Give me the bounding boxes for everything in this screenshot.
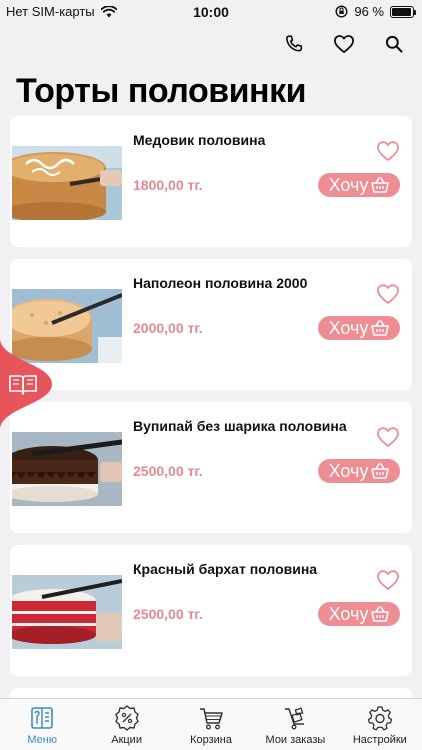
want-button[interactable]: Хочу (318, 173, 400, 197)
product-price: 2000,00 тг. (133, 320, 203, 336)
menu-book-icon (31, 707, 54, 729)
heart-outline-icon (377, 427, 399, 447)
tab-menu-label: Меню (27, 734, 58, 746)
favorite-button[interactable] (376, 569, 400, 591)
product-image (12, 432, 122, 506)
tab-settings-label: Настройки (352, 734, 407, 746)
product-card[interactable]: Вупипай без шарика половина 2500,00 тг. … (10, 402, 412, 533)
tab-cart[interactable]: Корзина (169, 699, 253, 750)
want-button-label: Хочу (328, 603, 369, 624)
product-image (12, 575, 122, 649)
rotation-lock-icon (335, 5, 348, 18)
battery-icon (390, 5, 416, 18)
product-name[interactable]: Вупипай без шарика половина (133, 418, 347, 434)
tab-promotions[interactable]: Акции (84, 699, 168, 750)
heart-outline-icon (377, 570, 399, 590)
want-button[interactable]: Хочу (318, 459, 400, 483)
tab-promotions-label: Акции (111, 734, 142, 746)
favorite-button[interactable] (376, 283, 400, 305)
basket-icon (371, 606, 390, 622)
product-price: 2500,00 тг. (133, 463, 203, 479)
search-button[interactable] (380, 30, 408, 58)
basket-icon (371, 320, 390, 336)
tab-settings[interactable]: Настройки (338, 699, 422, 750)
want-button-label: Хочу (328, 317, 369, 338)
tab-orders[interactable]: Мои заказы (253, 699, 337, 750)
heart-icon (333, 35, 354, 54)
battery-fill (392, 7, 412, 16)
heart-outline-icon (377, 284, 399, 304)
product-card[interactable]: Наполеон половина 2000 2000,00 тг. Хочу (10, 259, 412, 390)
header-actions (280, 30, 408, 58)
status-right: 96 % (335, 4, 416, 19)
page-title: Торты половинки (16, 72, 306, 110)
tab-orders-label: Мои заказы (265, 734, 326, 746)
tab-bar: Меню Акции Корзина Мои заказы Настройки (0, 698, 422, 750)
product-list: Медовик половина 1800,00 тг. Хочу Наполе… (10, 116, 412, 708)
want-button-label: Хочу (328, 174, 369, 195)
want-button-label: Хочу (328, 460, 369, 481)
want-button[interactable]: Хочу (318, 602, 400, 626)
tab-cart-label: Корзина (190, 734, 232, 746)
product-price: 2500,00 тг. (133, 606, 203, 622)
cart-icon (200, 708, 223, 730)
product-name[interactable]: Наполеон половина 2000 (133, 275, 307, 291)
gear-icon (367, 706, 392, 731)
favorite-button[interactable] (376, 140, 400, 162)
product-card[interactable]: Медовик половина 1800,00 тг. Хочу (10, 116, 412, 247)
favorites-button[interactable] (330, 30, 358, 58)
discount-badge-icon (114, 705, 139, 731)
phone-button[interactable] (280, 30, 308, 58)
basket-icon (371, 177, 390, 193)
product-name[interactable]: Медовик половина (133, 132, 265, 148)
want-button[interactable]: Хочу (318, 316, 400, 340)
catalog-side-tab[interactable] (0, 338, 54, 430)
favorite-button[interactable] (376, 426, 400, 448)
battery-percent: 96 % (354, 4, 384, 19)
product-image (12, 146, 122, 220)
phone-icon (286, 35, 303, 52)
product-name[interactable]: Красный бархат половина (133, 561, 317, 577)
heart-outline-icon (377, 141, 399, 161)
basket-icon (371, 463, 390, 479)
delivery-cart-icon (285, 707, 305, 730)
product-price: 1800,00 тг. (133, 177, 203, 193)
product-card[interactable]: Красный бархат половина 2500,00 тг. Хочу (10, 545, 412, 676)
tab-menu[interactable]: Меню (0, 699, 84, 750)
status-bar: Нет SIM-карты 10:00 96 % (0, 0, 422, 24)
search-icon (385, 35, 403, 53)
